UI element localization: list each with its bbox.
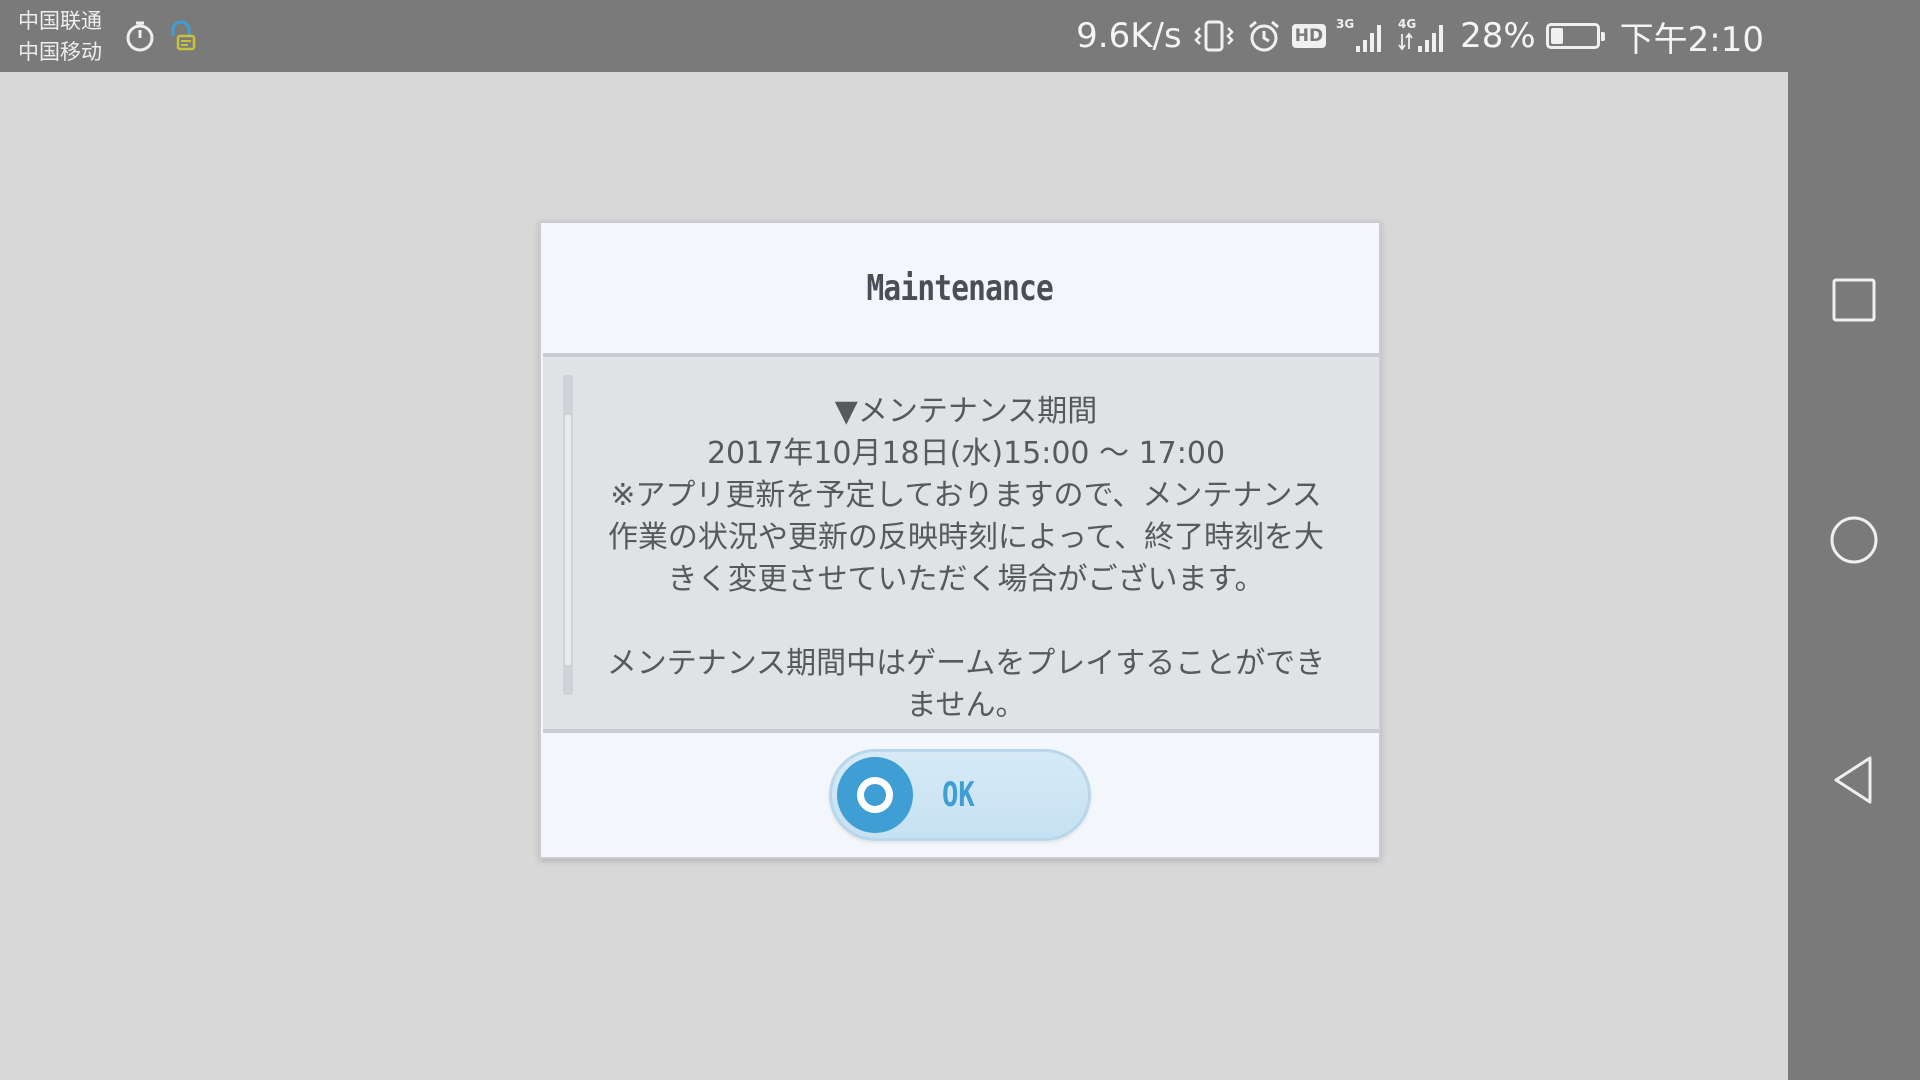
network-speed: 9.6K/s bbox=[1076, 16, 1182, 56]
battery-level-fill bbox=[1550, 28, 1563, 44]
maintenance-note-line: きく変更させていただく場合がございます。 bbox=[667, 562, 1265, 597]
device-screen: 中国联通 中国移动 9.6K/s HD 3G 4G 28% 下午2:10 Mai… bbox=[0, 0, 1920, 1080]
carrier-1: 中国联通 bbox=[18, 9, 102, 33]
status-right-group: 9.6K/s HD 3G 4G 28% 下午2:10 bbox=[1076, 0, 1764, 72]
maintenance-info-line: メンテナンス期間中はゲームをプレイすることができ bbox=[606, 646, 1326, 681]
body-scrollbar-thumb[interactable] bbox=[565, 415, 571, 665]
maintenance-message: ▼メンテナンス期間 2017年10月18日(水)15:00 〜 17:00 ※ア… bbox=[593, 391, 1339, 727]
carrier-2: 中国移动 bbox=[18, 40, 102, 64]
maintenance-note-line: ※アプリ更新を予定しておりますので、メンテナンス bbox=[610, 478, 1322, 513]
dialog-body[interactable]: ▼メンテナンス期間 2017年10月18日(水)15:00 〜 17:00 ※ア… bbox=[543, 353, 1379, 733]
signal-3g-label: 3G bbox=[1336, 17, 1354, 31]
recents-button[interactable] bbox=[1824, 270, 1884, 330]
vibrate-icon bbox=[1192, 18, 1236, 54]
home-button[interactable] bbox=[1824, 510, 1884, 570]
maintenance-note-line: 作業の状況や更新の反映時刻によって、終了時刻を大 bbox=[607, 520, 1325, 555]
lock-message-icon bbox=[164, 18, 200, 54]
recents-square-icon bbox=[1832, 278, 1876, 322]
battery-percent: 28% bbox=[1460, 16, 1536, 56]
battery-icon bbox=[1545, 23, 1605, 49]
signal-4g-icon: 4G bbox=[1398, 16, 1450, 56]
hd-icon: HD bbox=[1291, 24, 1327, 48]
ok-button-label: OK bbox=[942, 775, 975, 815]
clock-time: 下午2:10 bbox=[1619, 19, 1764, 60]
dialog-footer: OK bbox=[541, 733, 1379, 857]
ok-button[interactable]: OK bbox=[829, 749, 1091, 841]
dialog-header: Maintenance bbox=[541, 223, 1379, 353]
maintenance-dialog: Maintenance ▼メンテナンス期間 2017年10月18日(水)15:0… bbox=[539, 221, 1381, 859]
maintenance-info-line: ません。 bbox=[906, 688, 1026, 723]
ok-circle-icon bbox=[837, 757, 913, 833]
alarm-icon bbox=[1246, 18, 1282, 54]
body-scrollbar[interactable] bbox=[563, 375, 573, 695]
carrier-names: 中国联通 中国移动 bbox=[18, 6, 102, 68]
ok-ring bbox=[857, 777, 893, 813]
dialog-title: Maintenance bbox=[866, 267, 1054, 309]
status-bar: 中国联通 中国移动 9.6K/s HD 3G 4G 28% 下午2:10 bbox=[0, 0, 1788, 72]
back-button[interactable] bbox=[1824, 750, 1884, 810]
signal-3g-icon: 3G bbox=[1336, 16, 1388, 56]
maintenance-heading: ▼メンテナンス期間 bbox=[834, 394, 1098, 429]
signal-4g-label: 4G bbox=[1398, 17, 1416, 31]
timer-icon bbox=[122, 18, 158, 54]
navigation-bar bbox=[1788, 0, 1920, 1080]
maintenance-period: 2017年10月18日(水)15:00 〜 17:00 bbox=[706, 436, 1226, 471]
back-triangle-icon bbox=[1834, 756, 1872, 804]
home-circle-icon bbox=[1830, 516, 1878, 564]
